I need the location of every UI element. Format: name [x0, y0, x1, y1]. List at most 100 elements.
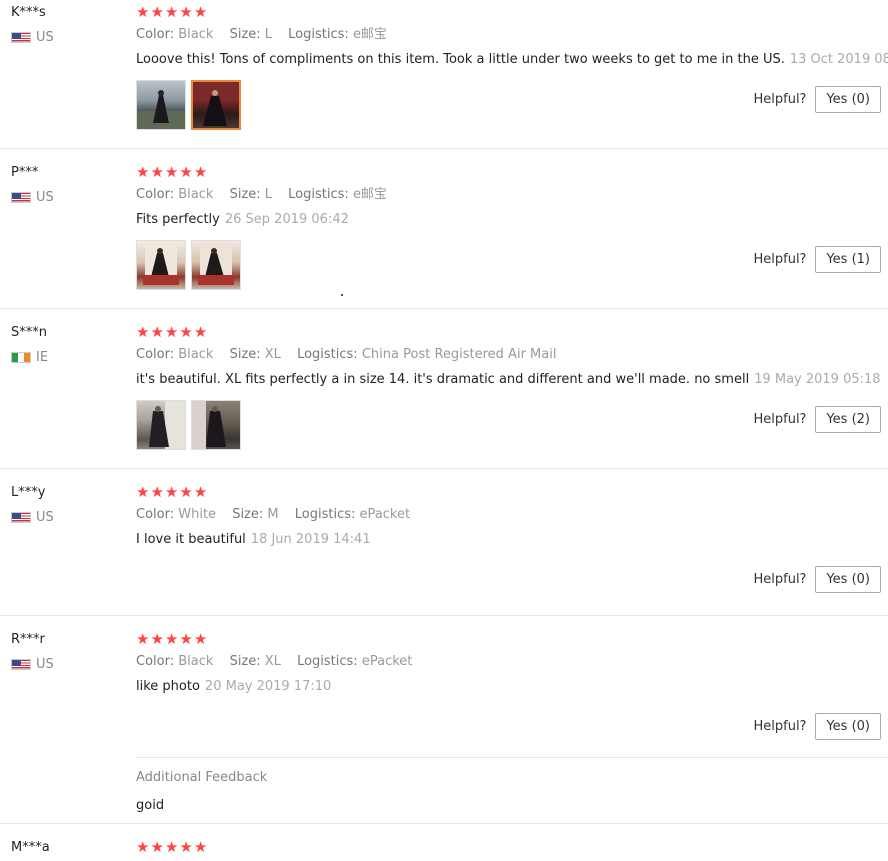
reviewer-country: US — [11, 655, 121, 673]
helpful-label: Helpful? — [753, 719, 807, 734]
review-text-line: it's beautiful. XL fits perfectly a in s… — [136, 371, 881, 389]
review-body: ★ ★ ★ ★ ★ Color: Black Size: XL Logistics: e… — [136, 629, 881, 696]
reviewer-name: R***r — [11, 632, 45, 647]
star-icon: ★ — [193, 2, 208, 21]
us-flag-icon — [11, 31, 31, 43]
country-code: US — [36, 509, 54, 525]
helpful-yes-button[interactable]: Yes (0) — [815, 566, 881, 593]
helpful-yes-button[interactable]: Yes (1) — [815, 246, 881, 273]
reviewer-name: L***y — [11, 485, 46, 500]
reviewer-country: US — [11, 508, 121, 526]
star-icon: ★ — [164, 322, 179, 341]
helpful-label: Helpful? — [753, 92, 807, 107]
additional-feedback-text: goid — [136, 798, 165, 813]
review-body: ★ ★ ★ ★ ★ — [136, 837, 881, 857]
review-photo-thumbnail[interactable] — [136, 80, 186, 130]
star-icon: ★ — [136, 482, 150, 501]
review-photo-thumbnail[interactable] — [191, 240, 241, 290]
star-icon: ★ — [136, 629, 150, 648]
reviewer-name: M***a — [11, 840, 50, 855]
star-icon: ★ — [179, 629, 193, 648]
additional-feedback: Additional Feedback goid — [136, 757, 888, 815]
review-photo-thumbnail-selected[interactable] — [191, 80, 241, 130]
reviewer-info: M***a — [11, 839, 121, 857]
reviewer-name: P*** — [11, 165, 39, 180]
color-value: Black — [178, 654, 214, 669]
star-icon: ★ — [193, 162, 208, 181]
logistics-label: Logistics: — [297, 347, 358, 362]
star-rating: ★ ★ ★ ★ ★ — [136, 2, 881, 22]
helpful-vote: Helpful? Yes (0) — [753, 713, 881, 740]
review-text-line: Looove this! Tons of compliments on this… — [136, 51, 888, 69]
logistics-label: Logistics: — [288, 27, 349, 42]
us-flag-icon — [11, 511, 31, 523]
color-label: Color: — [136, 27, 175, 42]
review-date: 26 Sep 2019 06:42 — [224, 212, 349, 227]
star-icon: ★ — [136, 2, 150, 21]
color-label: Color: — [136, 507, 175, 522]
size-value: L — [264, 27, 273, 42]
review-body: ★ ★ ★ ★ ★ Color: White Size: M Logistics: eP… — [136, 482, 881, 549]
helpful-yes-button[interactable]: Yes (2) — [815, 406, 881, 433]
star-icon: ★ — [136, 322, 150, 341]
size-label: Size: — [232, 507, 264, 522]
ie-flag-icon — [11, 351, 31, 363]
color-value: White — [178, 507, 217, 522]
star-icon: ★ — [193, 629, 208, 648]
star-icon: ★ — [136, 162, 150, 181]
review-photo-thumbnail[interactable] — [136, 240, 186, 290]
color-label: Color: — [136, 654, 175, 669]
helpful-yes-button[interactable]: Yes (0) — [815, 713, 881, 740]
size-label: Size: — [229, 27, 261, 42]
logistics-label: Logistics: — [288, 187, 349, 202]
star-icon: ★ — [150, 322, 164, 341]
reviewer-name: K***s — [11, 5, 46, 20]
review-item: L***y US ★ ★ ★ ★ ★ Color: White Size: M Logi… — [0, 480, 888, 616]
review-photo-thumbnail[interactable] — [136, 400, 186, 450]
star-icon: ★ — [136, 837, 150, 856]
star-icon: ★ — [164, 837, 179, 856]
review-text-line: I love it beautiful 18 Jun 2019 14:41 — [136, 531, 881, 549]
size-label: Size: — [229, 654, 261, 669]
reviewer-country: IE — [11, 348, 121, 366]
star-rating: ★ ★ ★ ★ ★ — [136, 162, 881, 182]
star-icon: ★ — [179, 162, 193, 181]
color-label: Color: — [136, 347, 175, 362]
logistics-value: China Post Registered Air Mail — [361, 347, 557, 362]
star-icon: ★ — [179, 837, 193, 856]
review-text: Looove this! Tons of compliments on this… — [136, 52, 785, 67]
star-rating: ★ ★ ★ ★ ★ — [136, 482, 881, 502]
reviewer-info: K***s US — [11, 4, 121, 46]
star-rating: ★ ★ ★ ★ ★ — [136, 322, 881, 342]
country-code: US — [36, 189, 54, 205]
review-text-line: like photo 20 May 2019 17:10 — [136, 678, 881, 696]
review-photo-thumbnail[interactable] — [191, 400, 241, 450]
star-icon: ★ — [179, 482, 193, 501]
review-date: 13 Oct 2019 08:46 — [789, 52, 888, 67]
star-icon: ★ — [193, 482, 208, 501]
size-label: Size: — [229, 187, 261, 202]
star-icon: ★ — [164, 482, 179, 501]
review-item: K***s US ★ ★ ★ ★ ★ Color: Black Size: L Logi… — [0, 0, 888, 149]
reviewer-info: L***y US — [11, 484, 121, 526]
reviewer-info: P*** US — [11, 164, 121, 206]
review-item: M***a ★ ★ ★ ★ ★ — [0, 835, 888, 861]
country-code: US — [36, 29, 54, 45]
star-rating: ★ ★ ★ ★ ★ — [136, 837, 881, 857]
logistics-value: e邮宝 — [352, 187, 387, 202]
helpful-yes-button[interactable]: Yes (0) — [815, 86, 881, 113]
review-text: like photo — [136, 679, 200, 694]
star-icon: ★ — [164, 162, 179, 181]
country-code: IE — [36, 349, 49, 365]
review-text: it's beautiful. XL fits perfectly a in s… — [136, 372, 750, 387]
helpful-vote: Helpful? Yes (0) — [753, 566, 881, 593]
review-text-line: Fits perfectly 26 Sep 2019 06:42 — [136, 211, 881, 229]
us-flag-icon — [11, 658, 31, 670]
helpful-label: Helpful? — [753, 572, 807, 587]
helpful-vote: Helpful? Yes (1) — [753, 246, 881, 273]
us-flag-icon — [11, 191, 31, 203]
reviewer-info: R***r US — [11, 631, 121, 673]
reviewer-country: US — [11, 188, 121, 206]
star-icon: ★ — [150, 162, 164, 181]
star-rating: ★ ★ ★ ★ ★ — [136, 629, 881, 649]
